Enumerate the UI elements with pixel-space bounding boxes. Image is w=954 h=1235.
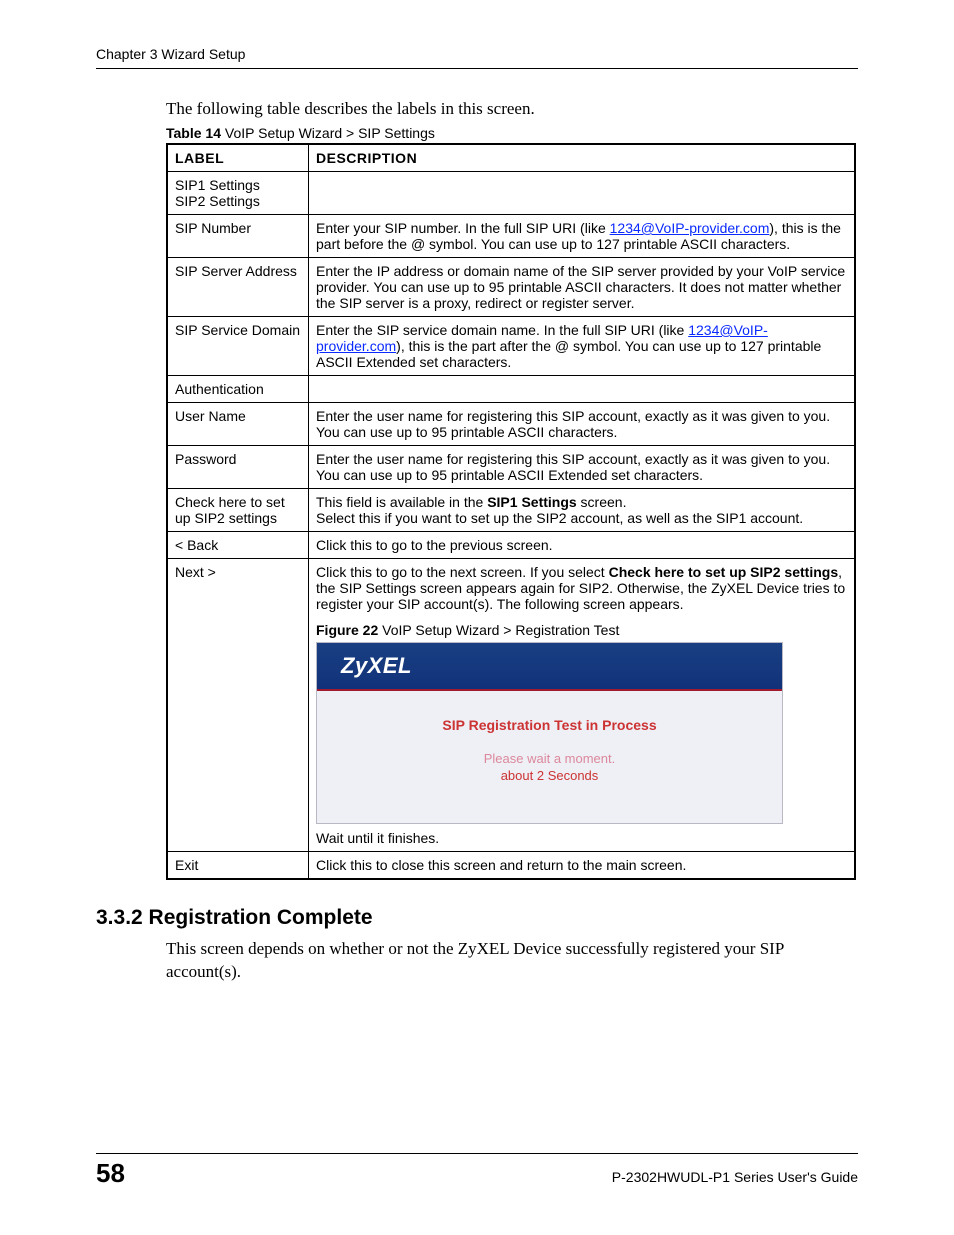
figure-subtext: Please wait a moment. <box>323 751 776 766</box>
cell-desc: Enter the user name for registering this… <box>309 403 856 446</box>
text: Wait until it finishes. <box>316 830 847 846</box>
header-rule <box>96 68 858 69</box>
cell-desc <box>309 172 856 215</box>
table-row: SIP Server Address Enter the IP address … <box>167 258 855 317</box>
cell-desc: Enter the SIP service domain name. In th… <box>309 317 856 376</box>
figure-caption-rest: VoIP Setup Wizard > Registration Test <box>378 622 619 638</box>
cell-label: Password <box>167 446 309 489</box>
table-row: Next > Click this to go to the next scre… <box>167 559 855 852</box>
cell-label: Authentication <box>167 376 309 403</box>
figure-subtext2: about 2 Seconds <box>323 768 776 783</box>
text: screen. <box>577 494 627 510</box>
cell-label: User Name <box>167 403 309 446</box>
figure-title: SIP Registration Test in Process <box>323 717 776 733</box>
col-header-label: LABEL <box>167 144 309 172</box>
cell-desc <box>309 376 856 403</box>
table-caption-rest: VoIP Setup Wizard > SIP Settings <box>221 125 435 141</box>
table-row: SIP1 Settings SIP2 Settings <box>167 172 855 215</box>
bold-text: SIP1 Settings <box>487 494 576 510</box>
cell-label: Check here to set up SIP2 settings <box>167 489 309 532</box>
table-caption: Table 14 VoIP Setup Wizard > SIP Setting… <box>166 125 858 141</box>
cell-desc: Click this to go to the next screen. If … <box>309 559 856 852</box>
text: Click this to go to the next screen. If … <box>316 564 609 580</box>
settings-table: LABEL DESCRIPTION SIP1 Settings SIP2 Set… <box>166 143 856 880</box>
table-row: < Back Click this to go to the previous … <box>167 532 855 559</box>
table-row: SIP Number Enter your SIP number. In the… <box>167 215 855 258</box>
cell-desc: Click this to close this screen and retu… <box>309 852 856 880</box>
section-heading: 3.3.2 Registration Complete <box>96 906 858 930</box>
page-number: 58 <box>96 1158 125 1189</box>
cell-desc: Enter the user name for registering this… <box>309 446 856 489</box>
table-header-row: LABEL DESCRIPTION <box>167 144 855 172</box>
sip-uri-link[interactable]: 1234@VoIP-provider.com <box>610 220 770 236</box>
figure-body: SIP Registration Test in Process Please … <box>317 691 782 823</box>
cell-desc: Click this to go to the previous screen. <box>309 532 856 559</box>
text: Enter the SIP service domain name. In th… <box>316 322 688 338</box>
cell-desc: Enter your SIP number. In the full SIP U… <box>309 215 856 258</box>
figure-header: ZyXEL <box>317 643 782 691</box>
guide-name: P-2302HWUDL-P1 Series User's Guide <box>612 1169 858 1185</box>
text: Select this if you want to set up the SI… <box>316 510 803 526</box>
figure-screenshot: ZyXEL SIP Registration Test in Process P… <box>316 642 783 824</box>
cell-label: < Back <box>167 532 309 559</box>
figure-caption: Figure 22 VoIP Setup Wizard > Registrati… <box>316 622 847 638</box>
footer-rule <box>96 1153 858 1154</box>
brand-logo-text: ZyXEL <box>341 653 412 679</box>
cell-label: Next > <box>167 559 309 852</box>
table-row: SIP Service Domain Enter the SIP service… <box>167 317 855 376</box>
cell-label: SIP Number <box>167 215 309 258</box>
text: This field is available in the <box>316 494 487 510</box>
section-body: This screen depends on whether or not th… <box>166 938 858 984</box>
cell-desc: Enter the IP address or domain name of t… <box>309 258 856 317</box>
bold-text: Check here to set up SIP2 settings <box>609 564 839 580</box>
table-row: User Name Enter the user name for regist… <box>167 403 855 446</box>
cell-label: SIP Service Domain <box>167 317 309 376</box>
cell-label: Exit <box>167 852 309 880</box>
intro-paragraph: The following table describes the labels… <box>166 99 858 119</box>
cell-desc: This field is available in the SIP1 Sett… <box>309 489 856 532</box>
col-header-description: DESCRIPTION <box>309 144 856 172</box>
table-row: Exit Click this to close this screen and… <box>167 852 855 880</box>
table-row: Password Enter the user name for registe… <box>167 446 855 489</box>
text: Enter your SIP number. In the full SIP U… <box>316 220 610 236</box>
running-header: Chapter 3 Wizard Setup <box>96 46 858 68</box>
table-caption-bold: Table 14 <box>166 125 221 141</box>
table-row: Authentication <box>167 376 855 403</box>
table-row: Check here to set up SIP2 settings This … <box>167 489 855 532</box>
figure-caption-bold: Figure 22 <box>316 622 378 638</box>
cell-label: SIP1 Settings SIP2 Settings <box>167 172 309 215</box>
cell-label: SIP Server Address <box>167 258 309 317</box>
page-footer: 58 P-2302HWUDL-P1 Series User's Guide <box>96 1153 858 1189</box>
